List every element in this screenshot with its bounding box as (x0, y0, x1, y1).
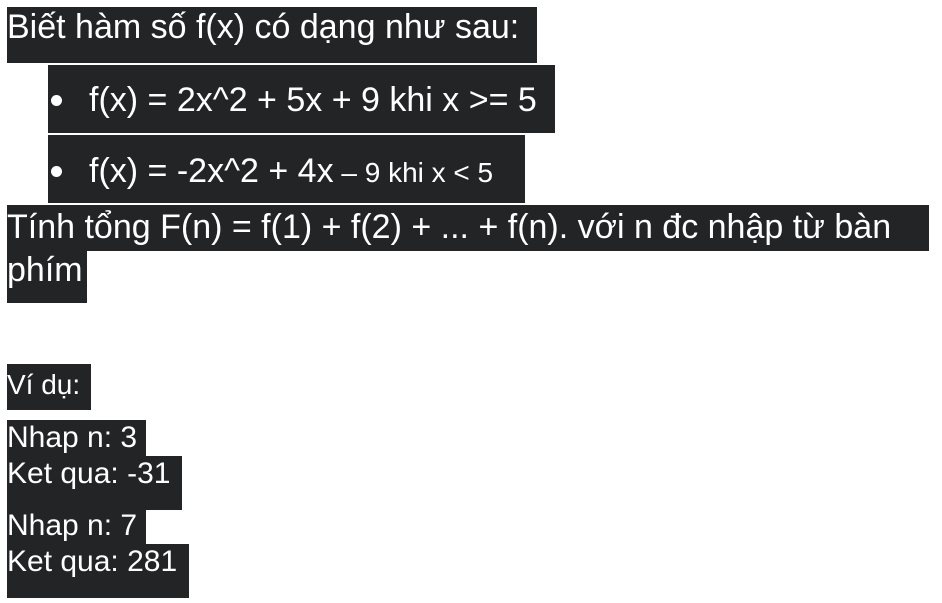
example-2-output: Ket qua: 281 (7, 544, 189, 598)
bullet-icon (51, 95, 62, 106)
example-1-output: Ket qua: -31 (7, 456, 182, 510)
case-2-block: f(x) = -2x^2 + 4x – 9 khi x < 5 (48, 135, 525, 203)
case-1-formula: f(x) = 2x^2 + 5x + 9 khi x >= 5 (89, 81, 537, 119)
case-2-formula-tail: – 9 khi x < 5 (333, 157, 494, 188)
task-line-1: Tính tổng F(n) = f(1) + f(2) + ... + f(n… (7, 205, 929, 251)
intro-text: Biết hàm số f(x) có dạng như sau: (7, 7, 537, 63)
case-1-block: f(x) = 2x^2 + 5x + 9 khi x >= 5 (48, 65, 555, 133)
bullet-icon (51, 166, 62, 177)
example-1-input: Nhap n: 3 (7, 420, 146, 456)
example-label: Ví dụ: (7, 364, 91, 410)
example-2-input: Nhap n: 7 (7, 508, 146, 544)
case-2-formula-main: f(x) = -2x^2 + 4x (89, 152, 334, 190)
case-2-formula: f(x) = -2x^2 + 4x – 9 khi x < 5 (89, 154, 493, 188)
task-line-2: phím (7, 251, 87, 303)
